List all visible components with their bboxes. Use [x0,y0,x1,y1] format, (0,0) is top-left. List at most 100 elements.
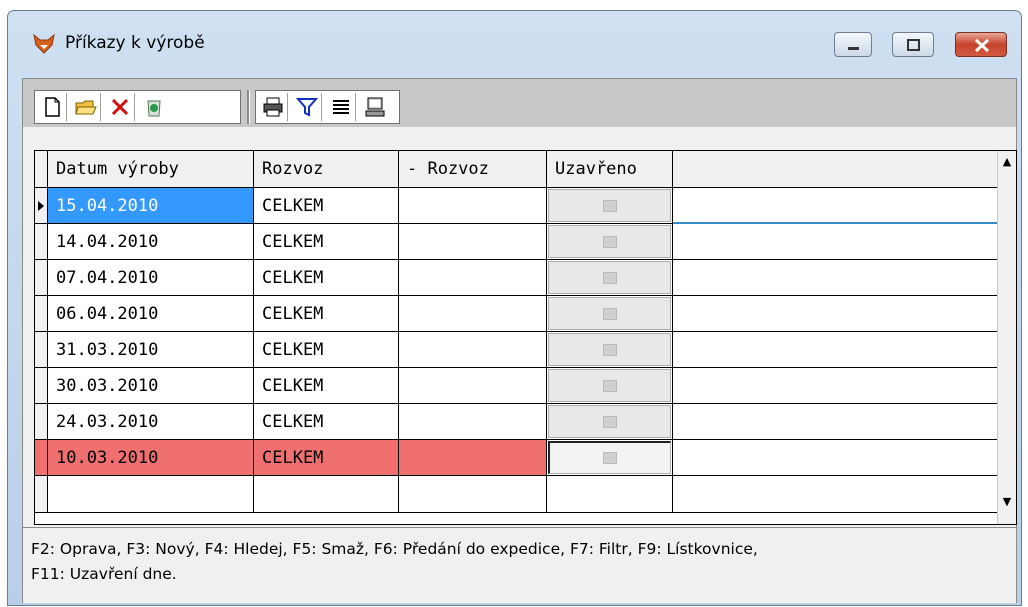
uzavreno-checkbox[interactable] [547,224,673,260]
checkbox-button[interactable] [548,441,671,474]
date-cell[interactable]: 06.04.2010 [48,296,254,332]
uzavreno-checkbox[interactable] [547,260,673,296]
checkbox-button[interactable] [548,297,671,330]
checkbox-button[interactable] [548,405,671,438]
recycle-button[interactable] [139,93,169,121]
rozvoz-cell[interactable]: CELKEM [254,188,399,224]
date-cell[interactable]: 30.03.2010 [48,368,254,404]
data-grid[interactable]: Datum výroby Rozvoz - Rozvoz Uzavřeno 15… [34,150,1017,525]
minimize-button[interactable] [834,32,872,57]
cross-icon [602,415,617,428]
toolbar-separator [247,90,250,124]
column-header-minus-rozvoz[interactable]: - Rozvoz [399,151,547,188]
filler-cell[interactable] [673,404,1000,440]
close-button[interactable] [955,32,1007,57]
uzavreno-checkbox[interactable] [547,332,673,368]
minus-rozvoz-cell[interactable] [399,332,547,368]
filler-cell[interactable] [673,332,1000,368]
column-header-empty [673,151,1016,188]
close-icon [974,38,990,53]
empty-cell[interactable] [399,476,547,513]
filler-cell[interactable] [673,368,1000,404]
new-document-icon [45,97,60,117]
row-indicator[interactable] [35,332,48,368]
uzavreno-checkbox[interactable] [547,296,673,332]
vertical-scrollbar[interactable]: ▲ ▼ [997,151,1016,524]
scroll-up-arrow-icon[interactable]: ▲ [998,153,1016,171]
checkbox-button[interactable] [548,189,671,222]
date-cell[interactable]: 10.03.2010 [48,440,254,476]
rozvoz-cell[interactable]: CELKEM [254,260,399,296]
print-button[interactable] [258,93,288,121]
column-header-uzavreno[interactable]: Uzavřeno [547,151,673,188]
cross-icon [602,235,617,248]
date-cell[interactable]: 14.04.2010 [48,224,254,260]
uzavreno-checkbox[interactable] [547,368,673,404]
status-line-1: F2: Oprava, F3: Nový, F4: Hledej, F5: Sm… [31,540,758,558]
filter-icon [295,98,319,117]
window-title: Příkazy k výrobě [65,33,205,53]
filter-button[interactable] [292,93,322,121]
filler-cell[interactable] [673,440,1000,476]
minus-rozvoz-cell[interactable] [399,296,547,332]
rozvoz-cell[interactable]: CELKEM [254,440,399,476]
date-cell[interactable]: 31.03.2010 [48,332,254,368]
uzavreno-checkbox[interactable] [547,188,673,224]
column-header-datum[interactable]: Datum výroby [48,151,254,188]
column-header-rozvoz[interactable]: Rozvoz [254,151,399,188]
empty-cell[interactable] [48,476,254,513]
row-indicator-empty [35,476,48,513]
row-indicator[interactable] [35,440,48,476]
filler-cell[interactable] [673,224,1000,260]
cross-icon [602,307,617,320]
filler-cell[interactable] [673,188,1000,224]
minus-rozvoz-cell[interactable] [399,224,547,260]
filler-cell[interactable] [673,296,1000,332]
rozvoz-cell[interactable]: CELKEM [254,368,399,404]
client-area: Datum výroby Rozvoz - Rozvoz Uzavřeno 15… [22,78,1017,603]
date-cell[interactable]: 07.04.2010 [48,260,254,296]
rozvoz-cell[interactable]: CELKEM [254,404,399,440]
empty-cell[interactable] [254,476,399,513]
scroll-down-arrow-icon[interactable]: ▼ [998,493,1016,511]
date-cell[interactable]: 24.03.2010 [48,404,254,440]
row-indicator[interactable] [35,260,48,296]
check-icon [603,452,617,464]
toolbar [23,79,1016,127]
minus-rozvoz-cell[interactable] [399,188,547,224]
rozvoz-cell[interactable]: CELKEM [254,224,399,260]
date-cell[interactable]: 15.04.2010 [48,188,254,224]
checkbox-button[interactable] [548,369,671,402]
cross-icon [602,343,617,356]
status-bar: F2: Oprava, F3: Nový, F4: Hledej, F5: Sm… [23,527,1016,603]
checkbox-button[interactable] [548,261,671,294]
minus-rozvoz-cell[interactable] [399,440,547,476]
new-button[interactable] [37,93,67,121]
title-bar[interactable]: Příkazy k výrobě [8,11,1021,71]
list-button[interactable] [326,93,356,121]
row-indicator[interactable] [35,404,48,440]
minus-rozvoz-cell[interactable] [399,260,547,296]
filler-cell[interactable] [673,260,1000,296]
row-indicator[interactable] [35,368,48,404]
checkbox-button[interactable] [548,225,671,258]
application-window: Příkazy k výrobě Datum výroby Rozvoz - R… [7,10,1022,606]
delete-button[interactable] [105,93,135,121]
fox-icon [33,33,55,54]
minus-rozvoz-cell[interactable] [399,404,547,440]
empty-cell[interactable] [547,476,673,513]
minus-rozvoz-cell[interactable] [399,368,547,404]
computer-button[interactable] [360,93,390,121]
row-indicator[interactable] [35,188,48,224]
maximize-button[interactable] [892,32,934,57]
row-indicator[interactable] [35,296,48,332]
empty-cell[interactable] [673,476,1000,513]
open-button[interactable] [71,93,101,121]
checkbox-button[interactable] [548,333,671,366]
row-indicator[interactable] [35,224,48,260]
uzavreno-checkbox[interactable] [547,440,673,476]
rozvoz-cell[interactable]: CELKEM [254,296,399,332]
uzavreno-checkbox[interactable] [547,404,673,440]
rozvoz-cell[interactable]: CELKEM [254,332,399,368]
cross-icon [602,271,617,284]
